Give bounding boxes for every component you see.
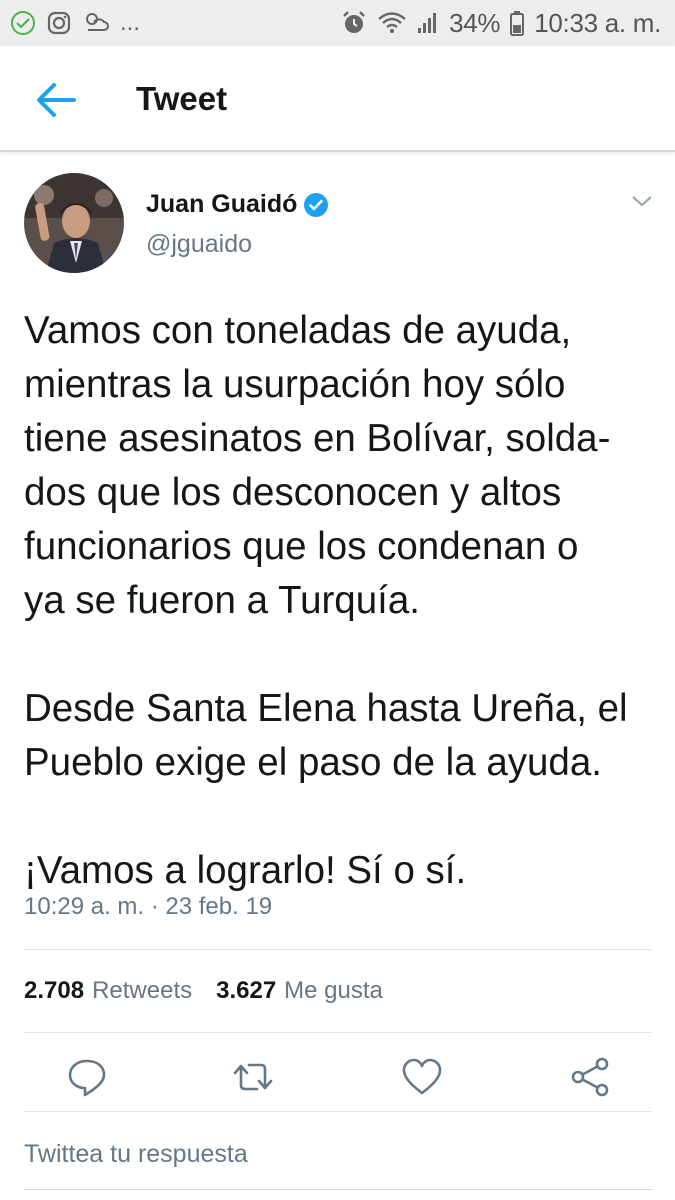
app-header: Tweet — [0, 46, 675, 152]
author-name[interactable]: Juan Guaidó — [146, 190, 297, 219]
tweet-timestamp: 10:29 a. m. · 23 feb. 19 — [24, 893, 273, 920]
retweet-icon[interactable] — [231, 1055, 275, 1099]
battery-percent: 34% — [449, 7, 501, 38]
arrow-left-icon[interactable] — [34, 80, 78, 120]
tweet-stats: 2.708 Retweets 3.627 Me gusta — [24, 977, 399, 1005]
page-title: Tweet — [136, 80, 228, 117]
retweets-label[interactable]: Retweets — [92, 977, 192, 1005]
likes-count[interactable]: 3.627 — [216, 977, 276, 1005]
alarm-icon — [343, 11, 365, 33]
avatar[interactable] — [24, 173, 124, 273]
share-icon[interactable] — [568, 1055, 612, 1099]
like-icon[interactable] — [400, 1055, 444, 1099]
reply-input[interactable]: Twittea tu respuesta — [24, 1140, 248, 1169]
weather-icon — [86, 13, 109, 31]
reply-icon[interactable] — [65, 1055, 109, 1099]
divider — [24, 1111, 652, 1112]
tweet-paragraph: Desde Santa Elena hasta Ureña, el Pueblo… — [24, 687, 628, 784]
instagram-icon — [47, 11, 71, 35]
signal-icon — [418, 13, 437, 33]
battery-icon — [510, 11, 525, 36]
tweet-text: Vamos con toneladas de ayuda, mientras l… — [24, 304, 664, 898]
tweet-paragraph: Vamos con toneladas de ayuda, mientras l… — [24, 309, 611, 622]
retweets-count[interactable]: 2.708 — [24, 977, 84, 1005]
check-circle-icon — [11, 11, 35, 35]
tweet-paragraph: ¡Vamos a lograrlo! Sí o sí. — [24, 849, 467, 892]
overflow-indicator: ... — [120, 9, 141, 36]
likes-label[interactable]: Me gusta — [284, 977, 383, 1005]
tweet-actions — [24, 1055, 652, 1105]
chevron-down-icon[interactable] — [630, 192, 654, 210]
divider — [24, 1032, 652, 1033]
author-handle[interactable]: @jguaido — [146, 230, 252, 259]
clock: 10:33 a. m. — [534, 7, 661, 38]
wifi-icon — [378, 12, 406, 33]
divider — [24, 949, 652, 950]
reply-input-underline — [24, 1189, 652, 1190]
verified-badge-icon — [304, 192, 329, 217]
status-bar: ... 34% 10:33 a. m. — [0, 0, 675, 46]
